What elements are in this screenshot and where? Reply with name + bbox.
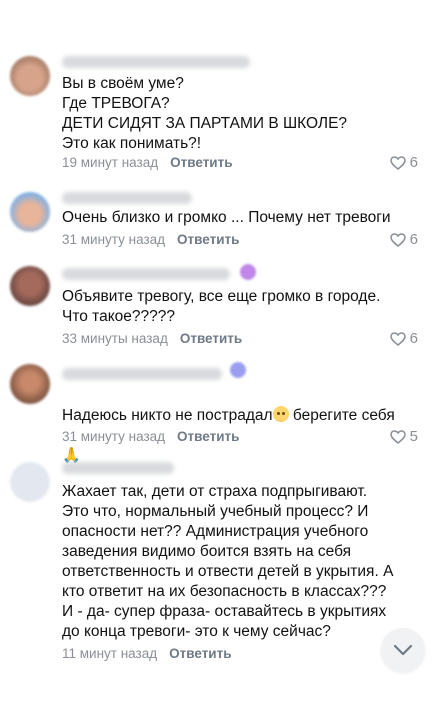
comment-text-part: Надеюсь никто не пострадал <box>62 407 273 424</box>
comment-text: Очень близко и громко ... Почему нет тре… <box>62 209 391 226</box>
like-count: 6 <box>409 154 418 171</box>
comment-time: 11 минут назад <box>62 646 158 661</box>
author-name-blurred[interactable] <box>62 462 174 474</box>
comment-text: Объявите тревогу, все еще громко в город… <box>62 288 381 325</box>
scroll-down-button[interactable] <box>381 628 425 672</box>
emoji-badge <box>240 264 256 280</box>
reply-button[interactable]: Ответить <box>177 429 239 444</box>
chevron-down-icon <box>393 644 413 656</box>
avatar[interactable] <box>10 462 50 502</box>
like-count: 6 <box>409 330 418 347</box>
comment-time: 31 минуту назад <box>62 232 166 247</box>
reply-button[interactable]: Ответить <box>180 331 242 346</box>
author-name-blurred[interactable] <box>62 368 222 380</box>
comment-text: Надеюсь никто не пострадал берегите себя… <box>62 386 402 466</box>
comment-text-part: берегите себя <box>288 407 395 424</box>
reply-button[interactable]: Ответить <box>170 155 232 170</box>
avatar[interactable] <box>10 56 50 96</box>
like-count: 5 <box>409 428 418 445</box>
like-button[interactable]: 6 <box>389 330 418 347</box>
avatar[interactable] <box>10 192 50 232</box>
like-button[interactable]: 6 <box>389 154 418 171</box>
comment-meta: 31 минуту назад Ответить <box>62 232 239 247</box>
like-count: 6 <box>409 231 418 248</box>
like-button[interactable]: 5 <box>389 428 418 445</box>
comment-meta: 19 минут назад Ответить <box>62 155 233 170</box>
comment-text: Вы в своём уме? Где ТРЕВОГА? ДЕТИ СИДЯТ … <box>62 75 348 152</box>
avatar[interactable] <box>10 266 50 306</box>
pleading-face-emoji <box>272 406 289 422</box>
heart-icon <box>389 331 406 346</box>
like-button[interactable]: 6 <box>389 231 418 248</box>
heart-icon <box>389 232 406 247</box>
comment-text: Жахает так, дети от страха подпрыгивают.… <box>62 483 394 640</box>
author-name-blurred[interactable] <box>62 56 250 68</box>
comment-meta: 31 минуту назад Ответить <box>62 429 239 444</box>
emoji-badge <box>230 362 246 378</box>
comment-meta: 33 минуты назад Ответить <box>62 331 242 346</box>
heart-icon <box>389 429 406 444</box>
reply-button[interactable]: Ответить <box>169 646 231 661</box>
heart-icon <box>389 155 406 170</box>
author-name-blurred[interactable] <box>62 192 192 204</box>
comment-meta: 11 минут назад Ответить <box>62 646 232 661</box>
reply-button[interactable]: Ответить <box>177 232 239 247</box>
avatar[interactable] <box>10 364 50 404</box>
comment-time: 19 минут назад <box>62 155 159 170</box>
comment-time: 33 минуты назад <box>62 331 168 346</box>
author-name-blurred[interactable] <box>62 268 230 280</box>
comment-time: 31 минуту назад <box>62 429 166 444</box>
